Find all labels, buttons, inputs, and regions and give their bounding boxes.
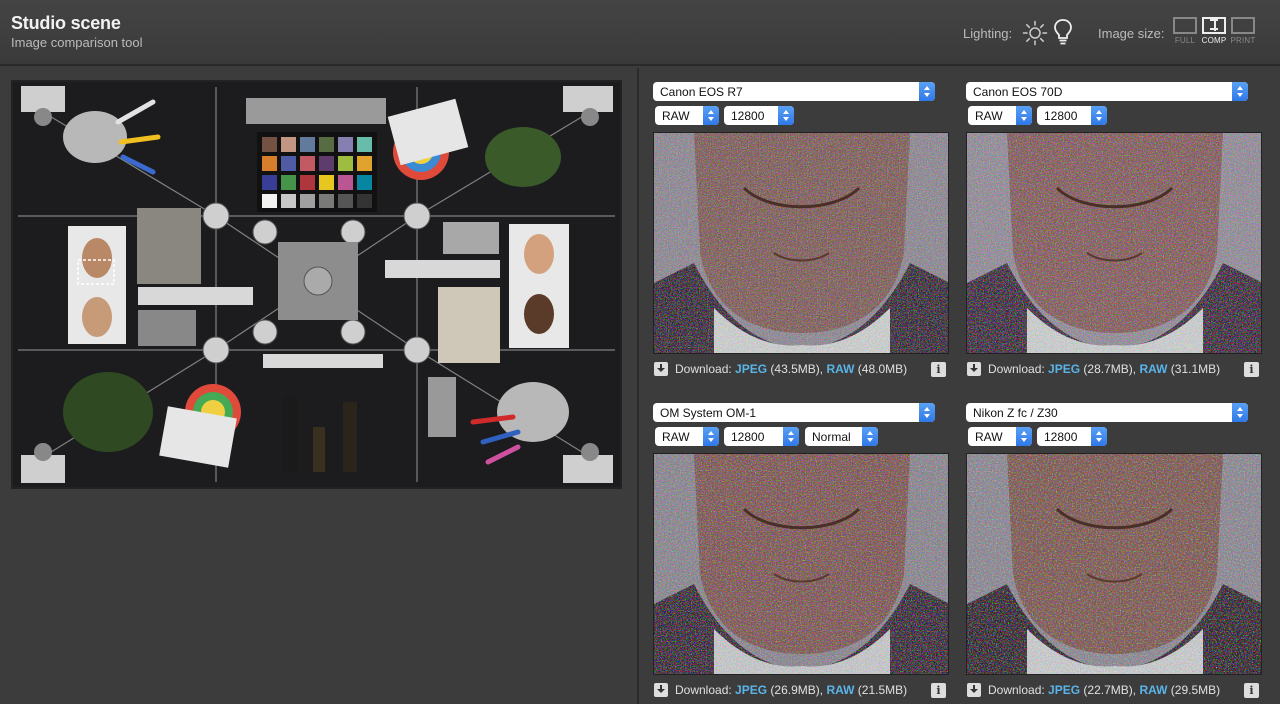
format-select-value: RAW (975, 109, 1003, 123)
download-icon[interactable] (654, 683, 668, 697)
info-icon[interactable]: i (931, 362, 946, 377)
page-subtitle: Image comparison tool (11, 35, 143, 50)
chevron-updown-icon (1016, 427, 1032, 446)
face-crop-picture (654, 133, 948, 353)
crop-image[interactable] (966, 453, 1262, 675)
format-select[interactable]: RAW (655, 427, 719, 446)
jpeg-file-size: (26.9MB), (770, 683, 824, 697)
jpeg-file-size: (43.5MB), (770, 362, 824, 376)
studio-scene-picture (13, 82, 620, 487)
chevron-updown-icon (862, 427, 878, 446)
download-row: Download: JPEG (22.7MB), RAW (29.5MB) i (966, 681, 1262, 701)
jpeg-download-link[interactable]: JPEG (735, 362, 767, 376)
face-crop-picture (967, 133, 1261, 353)
iso-select[interactable]: 12800 (724, 427, 799, 446)
iso-select-value: 12800 (1044, 430, 1078, 444)
jpeg-file-size: (28.7MB), (1083, 362, 1137, 376)
download-row: Download: JPEG (28.7MB), RAW (31.1MB) i (966, 360, 1262, 380)
crop-image[interactable] (653, 453, 949, 675)
lighting-label: Lighting: (963, 26, 1013, 41)
iso-select-value: 12800 (731, 109, 765, 123)
panel-divider (637, 68, 639, 704)
lightbulb-icon[interactable] (1052, 18, 1074, 46)
format-select[interactable]: RAW (968, 106, 1032, 125)
crop-image[interactable] (966, 132, 1262, 354)
format-select-value: RAW (662, 109, 690, 123)
raw-file-size: (21.5MB) (857, 683, 908, 697)
download-icon[interactable] (654, 362, 668, 376)
size-option-full[interactable]: FULL (1172, 17, 1198, 45)
camera-select[interactable]: OM System OM-1 (653, 403, 935, 422)
size-option-print[interactable]: PRINT (1230, 17, 1256, 45)
info-icon[interactable]: i (1244, 362, 1259, 377)
chevron-updown-icon (1232, 403, 1248, 422)
comparison-pane-2: Canon EOS 70D RAW 12800 Download: JPEG (… (966, 82, 1262, 382)
scene-overview-image[interactable] (11, 80, 622, 489)
face-crop-picture (967, 454, 1261, 674)
iso-select[interactable]: 12800 (1037, 106, 1107, 125)
page-title: Studio scene (11, 13, 121, 33)
noise-reduction-select-value: Normal (812, 430, 851, 444)
camera-select[interactable]: Canon EOS 70D (966, 82, 1248, 101)
info-icon[interactable]: i (1244, 683, 1259, 698)
jpeg-download-link[interactable]: JPEG (735, 683, 767, 697)
comparison-pane-3: OM System OM-1 RAW 12800 Normal Download… (653, 403, 949, 703)
chevron-updown-icon (919, 403, 935, 422)
image-size-label: Image size: (1098, 26, 1165, 41)
chevron-updown-icon (783, 427, 799, 446)
chevron-updown-icon (919, 82, 935, 101)
jpeg-download-link[interactable]: JPEG (1048, 683, 1080, 697)
camera-select[interactable]: Nikon Z fc / Z30 (966, 403, 1248, 422)
iso-select-value: 12800 (731, 430, 765, 444)
raw-file-size: (29.5MB) (1170, 683, 1221, 697)
sun-icon[interactable] (1022, 20, 1048, 46)
camera-select-value: OM System OM-1 (660, 406, 757, 420)
raw-file-size: (31.1MB) (1170, 362, 1221, 376)
comparison-pane-1: Canon EOS R7 RAW 12800 Download: JPEG (4… (653, 82, 949, 382)
download-icon[interactable] (967, 683, 981, 697)
chevron-updown-icon (703, 427, 719, 446)
camera-select-value: Canon EOS 70D (973, 85, 1063, 99)
format-select-value: RAW (975, 430, 1003, 444)
comparison-pane-4: Nikon Z fc / Z30 RAW 12800 Download: JPE… (966, 403, 1262, 703)
download-row: Download: JPEG (43.5MB), RAW (48.0MB) i (653, 360, 949, 380)
chevron-updown-icon (1232, 82, 1248, 101)
iso-select[interactable]: 12800 (724, 106, 794, 125)
app-header: Studio scene Image comparison tool Light… (0, 0, 1280, 66)
format-select[interactable]: RAW (655, 106, 719, 125)
raw-file-size: (48.0MB) (857, 362, 908, 376)
camera-select-value: Canon EOS R7 (660, 85, 743, 99)
print-size-icon (1231, 17, 1255, 34)
format-select[interactable]: RAW (968, 427, 1032, 446)
comp-size-icon (1202, 17, 1226, 34)
chevron-updown-icon (1091, 106, 1107, 125)
size-option-comp[interactable]: COMP (1201, 17, 1227, 45)
iso-select-value: 12800 (1044, 109, 1078, 123)
download-row: Download: JPEG (26.9MB), RAW (21.5MB) i (653, 681, 949, 701)
raw-download-link[interactable]: RAW (1139, 683, 1167, 697)
raw-download-link[interactable]: RAW (826, 683, 854, 697)
download-icon[interactable] (967, 362, 981, 376)
chevron-updown-icon (703, 106, 719, 125)
camera-select[interactable]: Canon EOS R7 (653, 82, 935, 101)
format-select-value: RAW (662, 430, 690, 444)
iso-select[interactable]: 12800 (1037, 427, 1107, 446)
chevron-updown-icon (778, 106, 794, 125)
info-icon[interactable]: i (931, 683, 946, 698)
raw-download-link[interactable]: RAW (826, 362, 854, 376)
camera-select-value: Nikon Z fc / Z30 (973, 406, 1058, 420)
chevron-updown-icon (1016, 106, 1032, 125)
raw-download-link[interactable]: RAW (1139, 362, 1167, 376)
full-size-icon (1173, 17, 1197, 34)
noise-reduction-select[interactable]: Normal (805, 427, 878, 446)
chevron-updown-icon (1091, 427, 1107, 446)
face-crop-picture (654, 454, 948, 674)
jpeg-download-link[interactable]: JPEG (1048, 362, 1080, 376)
crop-image[interactable] (653, 132, 949, 354)
jpeg-file-size: (22.7MB), (1083, 683, 1137, 697)
